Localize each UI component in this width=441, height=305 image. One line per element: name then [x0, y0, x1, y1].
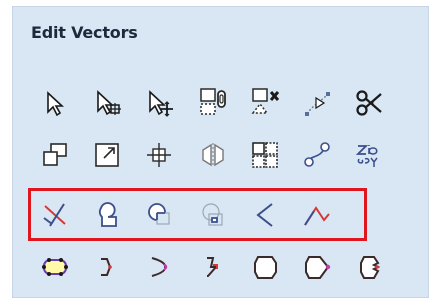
double-chevron-icon — [207, 257, 219, 277]
array-tool-button[interactable] — [248, 138, 282, 172]
transform-tool-button[interactable] — [142, 86, 176, 120]
array-icon — [252, 142, 278, 168]
fillet-icon — [256, 203, 273, 227]
bracket-icon — [101, 258, 112, 276]
trim-icon — [43, 203, 66, 227]
open-shape-icon — [360, 256, 381, 279]
intersect-tool-button[interactable] — [196, 198, 230, 232]
offset-icon — [42, 258, 68, 276]
open-shape-tool-button[interactable] — [352, 250, 386, 284]
center-icon — [147, 143, 171, 167]
ungroup-icon — [251, 88, 280, 114]
trim-tool-button[interactable] — [38, 198, 72, 232]
text-tool-button[interactable] — [352, 138, 386, 172]
closed-shape-tool-button[interactable] — [248, 250, 282, 284]
subtract-tool-button[interactable] — [142, 198, 176, 232]
nest-tool-button[interactable] — [300, 138, 334, 172]
group-icon — [200, 88, 226, 115]
weld-icon — [98, 202, 117, 227]
ungroup-tool-button[interactable] — [248, 84, 282, 118]
curve-fit-icon — [305, 92, 330, 116]
node-shape-icon — [305, 256, 331, 279]
subtract-icon — [148, 203, 170, 225]
select-icon — [47, 91, 65, 117]
node-edit-icon — [97, 90, 121, 116]
double-chevron-tool-button[interactable] — [196, 250, 230, 284]
extend-icon — [304, 206, 330, 226]
mirror-tool-button[interactable] — [196, 138, 230, 172]
closed-shape-icon — [254, 256, 277, 279]
center-tool-button[interactable] — [142, 138, 176, 172]
select-tool-button[interactable] — [38, 86, 72, 120]
size-icon — [95, 143, 119, 167]
panel-title: Edit Vectors — [31, 23, 138, 42]
text-icon — [355, 145, 378, 167]
size-tool-button[interactable] — [90, 138, 124, 172]
intersect-icon — [202, 203, 223, 226]
align-icon — [43, 143, 67, 166]
chevron-icon — [151, 257, 168, 277]
offset-tool-button[interactable] — [38, 250, 72, 284]
transform-icon — [149, 90, 173, 117]
scissors-tool-button[interactable] — [352, 86, 386, 120]
node-shape-tool-button[interactable] — [300, 250, 334, 284]
weld-tool-button[interactable] — [90, 198, 124, 232]
scissors-icon — [356, 90, 382, 116]
nest-icon — [304, 142, 330, 167]
align-tool-button[interactable] — [38, 138, 72, 172]
group-tool-button[interactable] — [196, 84, 230, 118]
fillet-tool-button[interactable] — [248, 198, 282, 232]
extend-tool-button[interactable] — [300, 198, 334, 232]
bracket-tool-button[interactable] — [90, 250, 124, 284]
curve-fit-tool-button[interactable] — [300, 86, 334, 120]
mirror-icon — [202, 143, 224, 167]
node-edit-tool-button[interactable] — [90, 86, 124, 120]
chevron-tool-button[interactable] — [142, 250, 176, 284]
